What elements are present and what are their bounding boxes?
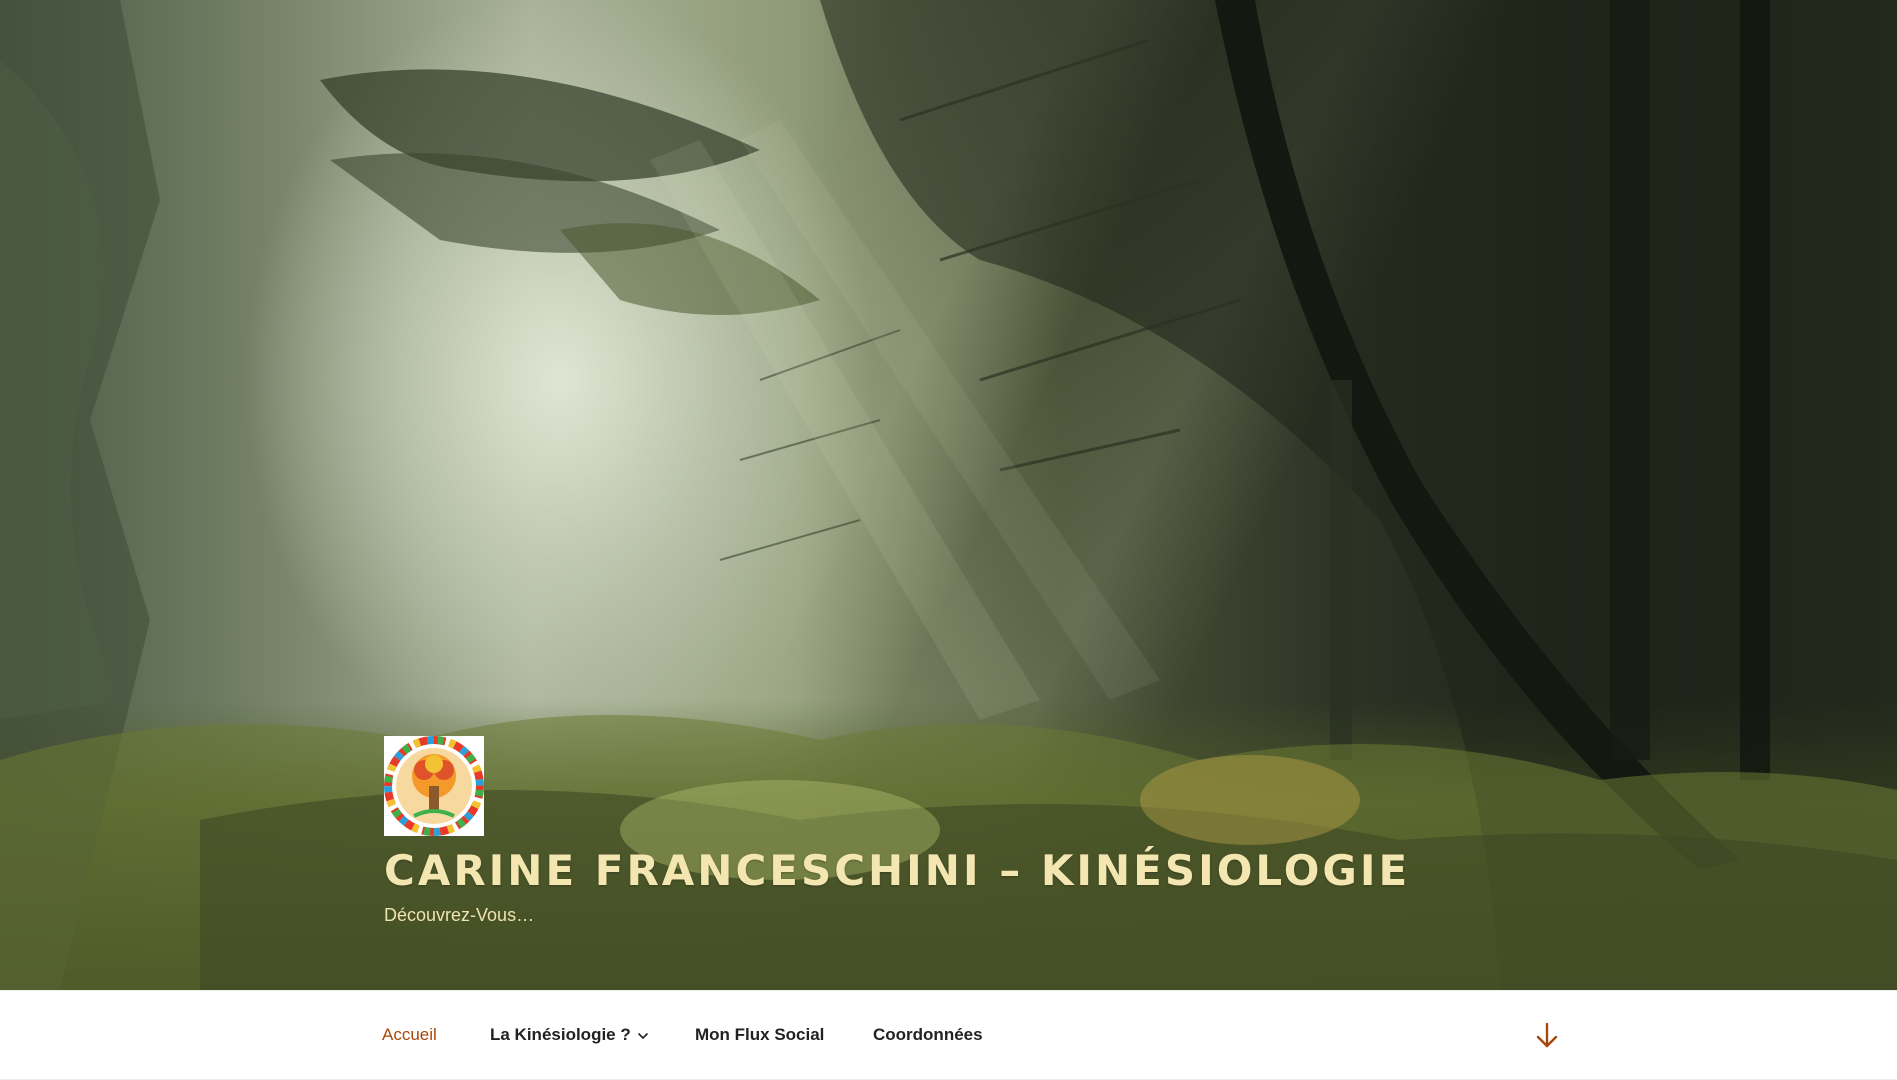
forest-scene <box>0 0 1897 990</box>
nav-item-mon-flux-social[interactable]: Mon Flux Social <box>695 1025 824 1045</box>
main-navigation: Accueil La Kinésiologie ? Mon Flux Socia… <box>0 990 1897 1080</box>
header-hero-image <box>0 0 1897 990</box>
site-tagline: Découvrez-Vous… <box>384 905 535 925</box>
nav-item-label: La Kinésiologie ? <box>490 1025 631 1044</box>
nav-item-la-kinesiologie[interactable]: La Kinésiologie ? <box>490 1025 649 1045</box>
chevron-down-icon <box>637 1032 648 1039</box>
tree-mandala-logo-icon <box>384 736 484 836</box>
scroll-down-button[interactable] <box>1534 1022 1560 1050</box>
site-title[interactable]: CARINE FRANCESCHINI – KINÉSIOLOGIE <box>384 846 1410 895</box>
arrow-down-icon <box>1536 1022 1558 1048</box>
nav-item-coordonnees[interactable]: Coordonnées <box>873 1025 983 1045</box>
site-branding <box>384 736 484 836</box>
nav-item-accueil[interactable]: Accueil <box>382 1025 437 1045</box>
site-logo[interactable] <box>384 736 484 836</box>
